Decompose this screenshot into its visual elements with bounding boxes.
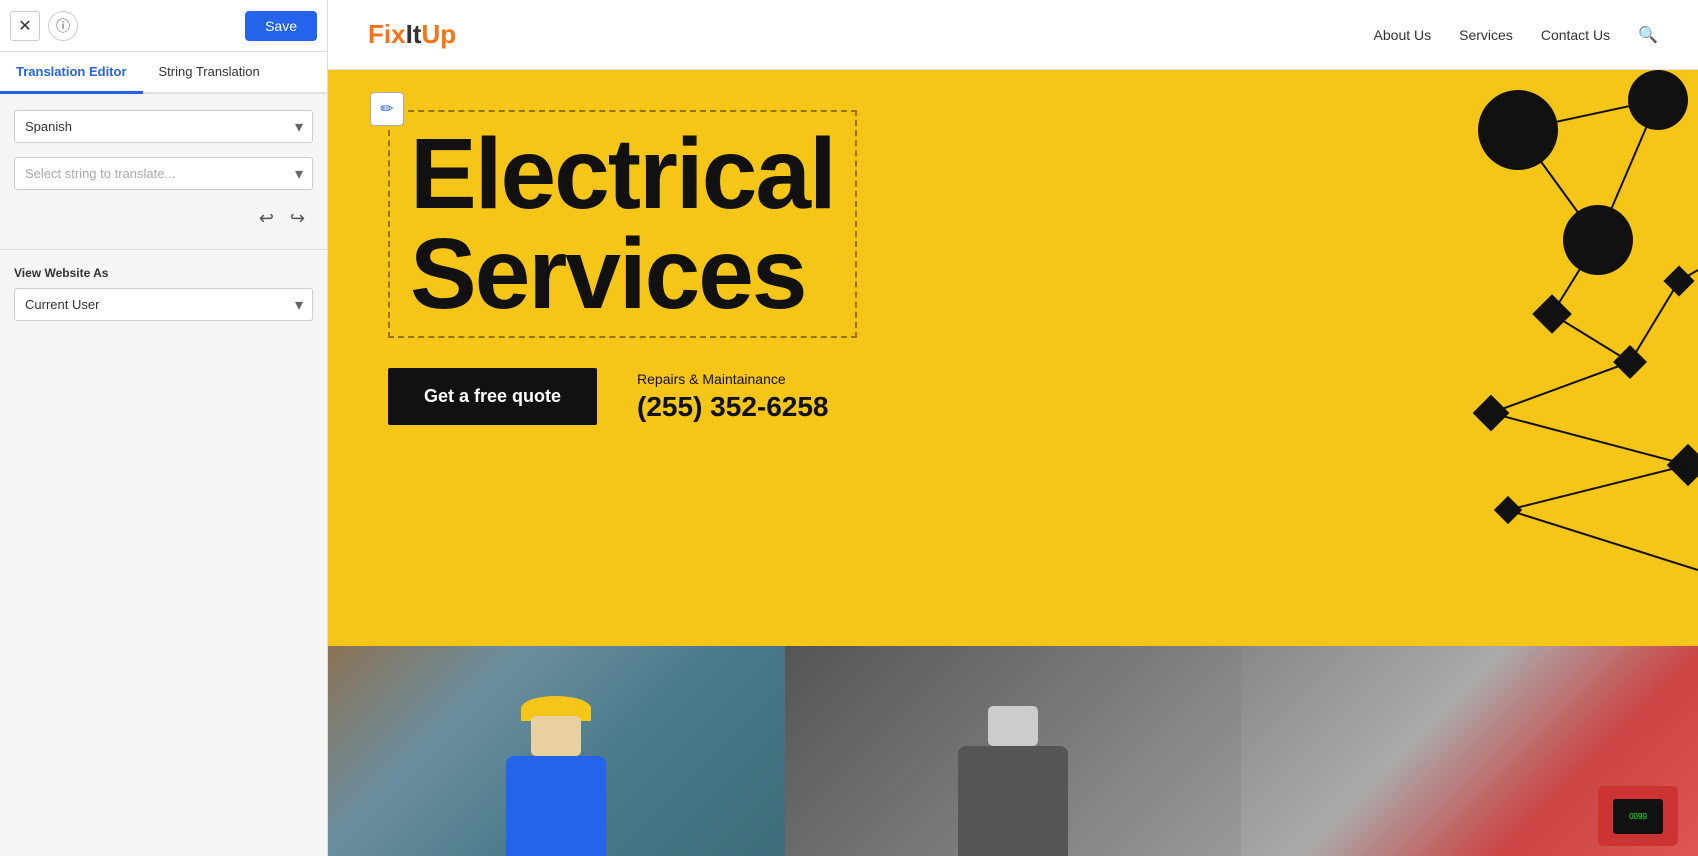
site-nav: About Us Services Contact Us 🔍 — [1374, 25, 1658, 45]
cta-button[interactable]: Get a free quote — [388, 368, 597, 425]
nav-contact-us[interactable]: Contact Us — [1541, 27, 1610, 43]
search-icon[interactable]: 🔍 — [1638, 25, 1658, 45]
image-worker-hardhat — [328, 646, 785, 856]
nav-about-us[interactable]: About Us — [1374, 27, 1432, 43]
logo-up: Up — [421, 19, 456, 49]
hero-section: ✏ Electrical Services Get a free quote R… — [328, 70, 1698, 856]
close-button[interactable]: ✕ — [10, 11, 40, 41]
string-select-wrapper: Select string to translate... — [14, 157, 313, 190]
image-worker-multimeter: 0099 — [1241, 646, 1698, 856]
repairs-text: Repairs & Maintainance — [637, 371, 828, 387]
hero-title-box: ✏ Electrical Services — [388, 110, 1638, 338]
panel-body: Spanish French German Italian Select str… — [0, 94, 327, 249]
tabs-bar: Translation Editor String Translation — [0, 52, 327, 94]
view-as-section: View Website As Current User Logged Out … — [0, 249, 327, 337]
main-content: FixItUp About Us Services Contact Us 🔍 — [328, 0, 1698, 856]
string-select[interactable]: Select string to translate... — [14, 157, 313, 190]
language-dropdown-wrapper: Spanish French German Italian — [14, 110, 313, 143]
logo-it: It — [406, 19, 422, 49]
edit-pencil-icon[interactable]: ✏ — [370, 92, 404, 126]
redo-button[interactable]: ↪ — [286, 204, 309, 233]
tab-string-translation[interactable]: String Translation — [143, 52, 276, 94]
tab-translation-editor[interactable]: Translation Editor — [0, 52, 143, 94]
contact-info: Repairs & Maintainance (255) 352-6258 — [637, 371, 828, 423]
view-as-select[interactable]: Current User Logged Out User Administrat… — [14, 288, 313, 321]
info-button[interactable]: ⓘ — [48, 11, 78, 41]
image-worker-plug — [785, 646, 1242, 856]
view-as-dropdown-wrapper: Current User Logged Out User Administrat… — [14, 288, 313, 321]
hero-title-line2: Services — [410, 224, 835, 324]
images-strip: 0099 — [328, 646, 1698, 856]
hero-title-outline: Electrical Services — [388, 110, 857, 338]
nav-services[interactable]: Services — [1459, 27, 1513, 43]
panel-header: ✕ ⓘ Save — [0, 0, 327, 52]
undo-redo-controls: ↩ ↪ — [14, 204, 313, 233]
view-as-label: View Website As — [14, 266, 313, 280]
hero-title: Electrical Services — [410, 124, 835, 324]
logo-fix: Fix — [368, 19, 406, 49]
undo-button[interactable]: ↩ — [255, 204, 278, 233]
left-panel: ✕ ⓘ Save Translation Editor String Trans… — [0, 0, 328, 856]
save-button[interactable]: Save — [245, 11, 317, 41]
site-header: FixItUp About Us Services Contact Us 🔍 — [328, 0, 1698, 70]
site-logo: FixItUp — [368, 19, 456, 50]
language-select[interactable]: Spanish French German Italian — [14, 110, 313, 143]
hero-title-line1: Electrical — [410, 124, 835, 224]
phone-number: (255) 352-6258 — [637, 391, 828, 423]
